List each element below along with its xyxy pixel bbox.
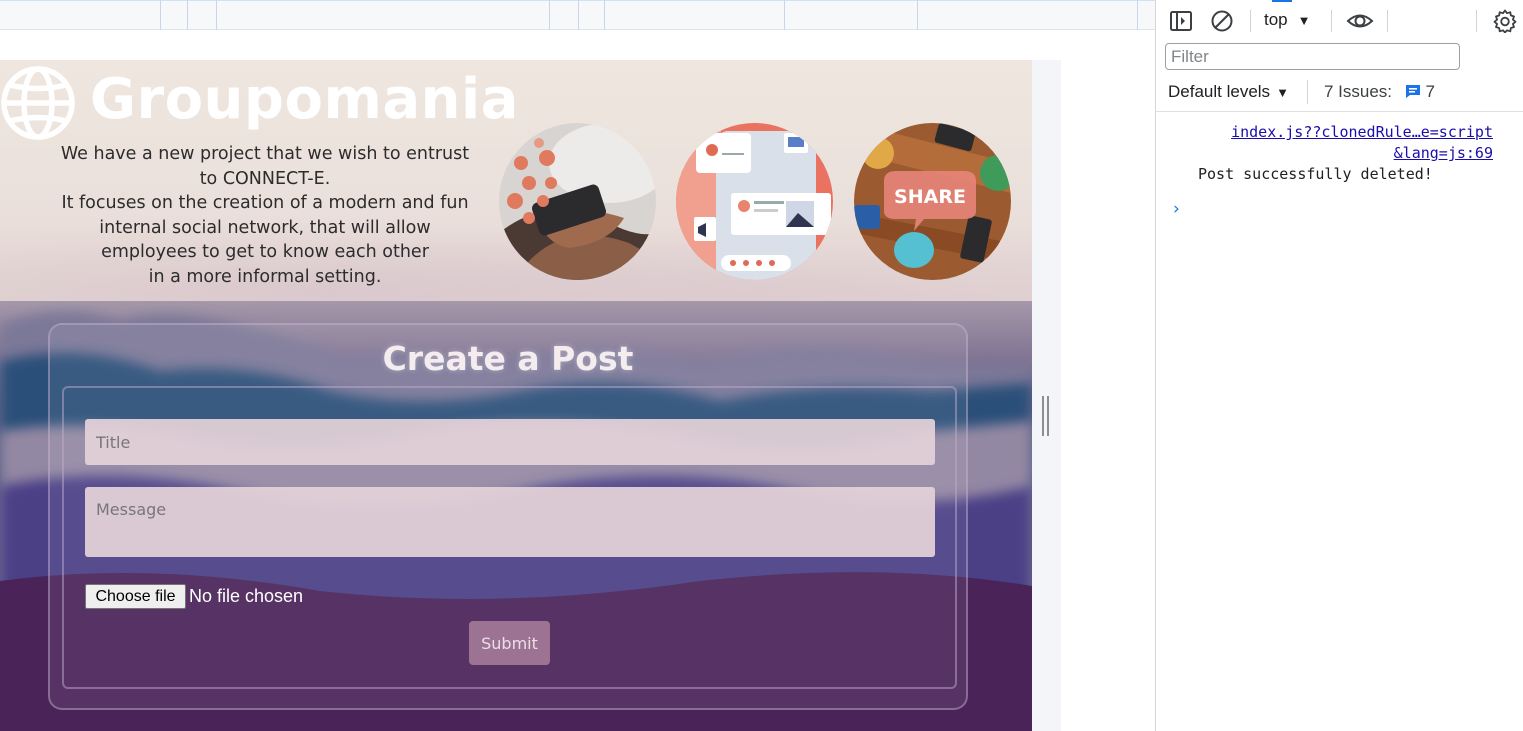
create-post-heading: Create a Post bbox=[382, 339, 634, 378]
social-phone-image bbox=[499, 123, 656, 280]
issues-count: 7 bbox=[1425, 82, 1435, 101]
brand-logo-text[interactable]: Groupomania bbox=[90, 64, 519, 136]
submit-button[interactable]: Submit bbox=[469, 621, 550, 665]
intro-line: We have a new project that we wish to en… bbox=[60, 144, 470, 164]
choose-file-button[interactable]: Choose file bbox=[85, 584, 186, 609]
site-header: Groupomania We have a new project that w… bbox=[0, 60, 1032, 301]
issues-label: 7 Issues: bbox=[1324, 82, 1393, 101]
create-post-form: Choose file No file chosen Submit bbox=[62, 386, 957, 689]
context-select[interactable]: top ▼ bbox=[1264, 10, 1311, 32]
log-source-line[interactable]: &lang=js:69 bbox=[1231, 143, 1493, 164]
issue-message-icon bbox=[1405, 85, 1420, 98]
viewport-resize-handle[interactable] bbox=[1042, 396, 1050, 436]
intro-line: internal social network, that will allow bbox=[99, 217, 431, 238]
post-title-input[interactable] bbox=[85, 419, 935, 465]
log-levels-dropdown[interactable]: Default levels ▼ bbox=[1168, 82, 1289, 102]
post-message-input[interactable] bbox=[85, 487, 935, 557]
sidebar-toggle-icon[interactable] bbox=[1169, 9, 1193, 33]
share-bubble-text: SHARE bbox=[894, 186, 966, 208]
console-filter-input[interactable] bbox=[1165, 43, 1460, 70]
share-table-image: SHARE bbox=[854, 123, 1011, 280]
globe-icon bbox=[1, 66, 75, 140]
intro-line: to CONNECT-E. bbox=[199, 168, 331, 189]
intro-text: We have a new project that we wish to en… bbox=[60, 142, 470, 289]
file-status-text: No file chosen bbox=[189, 586, 304, 606]
context-select-value: top bbox=[1264, 10, 1288, 29]
settings-gear-icon[interactable] bbox=[1493, 9, 1517, 33]
log-message: Post successfully deleted! bbox=[1198, 165, 1433, 183]
intro-line: in a more informal setting. bbox=[148, 266, 382, 287]
live-expression-eye-icon[interactable] bbox=[1346, 9, 1374, 33]
page-viewport: Groupomania We have a new project that w… bbox=[0, 60, 1032, 731]
log-source-link[interactable]: index.js??clonedRule…e=script &lang=js:6… bbox=[1231, 122, 1493, 164]
create-post-card: Create a Post Choose file No file chosen… bbox=[48, 323, 968, 710]
social-feed-illustration bbox=[676, 123, 833, 280]
devtools-console-panel: top ▼ Default levels ▼ 7 Issues: 7 index.j… bbox=[1155, 0, 1523, 731]
active-tab-indicator bbox=[1272, 0, 1292, 2]
log-source-line[interactable]: index.js??clonedRule…e=script bbox=[1231, 122, 1493, 143]
dropdown-caret-icon: ▼ bbox=[1297, 13, 1311, 28]
device-toolbar-ruler bbox=[0, 0, 1155, 30]
dropdown-caret-icon: ▼ bbox=[1276, 85, 1289, 100]
clear-console-icon[interactable] bbox=[1210, 9, 1234, 33]
log-levels-label: Default levels bbox=[1168, 82, 1271, 101]
console-prompt-arrow-icon[interactable]: › bbox=[1173, 199, 1180, 219]
intro-line: It focuses on the creation of a modern a… bbox=[61, 193, 469, 213]
intro-line: employees to get to know each other bbox=[101, 242, 429, 262]
issues-counter[interactable]: 7 Issues: 7 bbox=[1324, 82, 1435, 102]
